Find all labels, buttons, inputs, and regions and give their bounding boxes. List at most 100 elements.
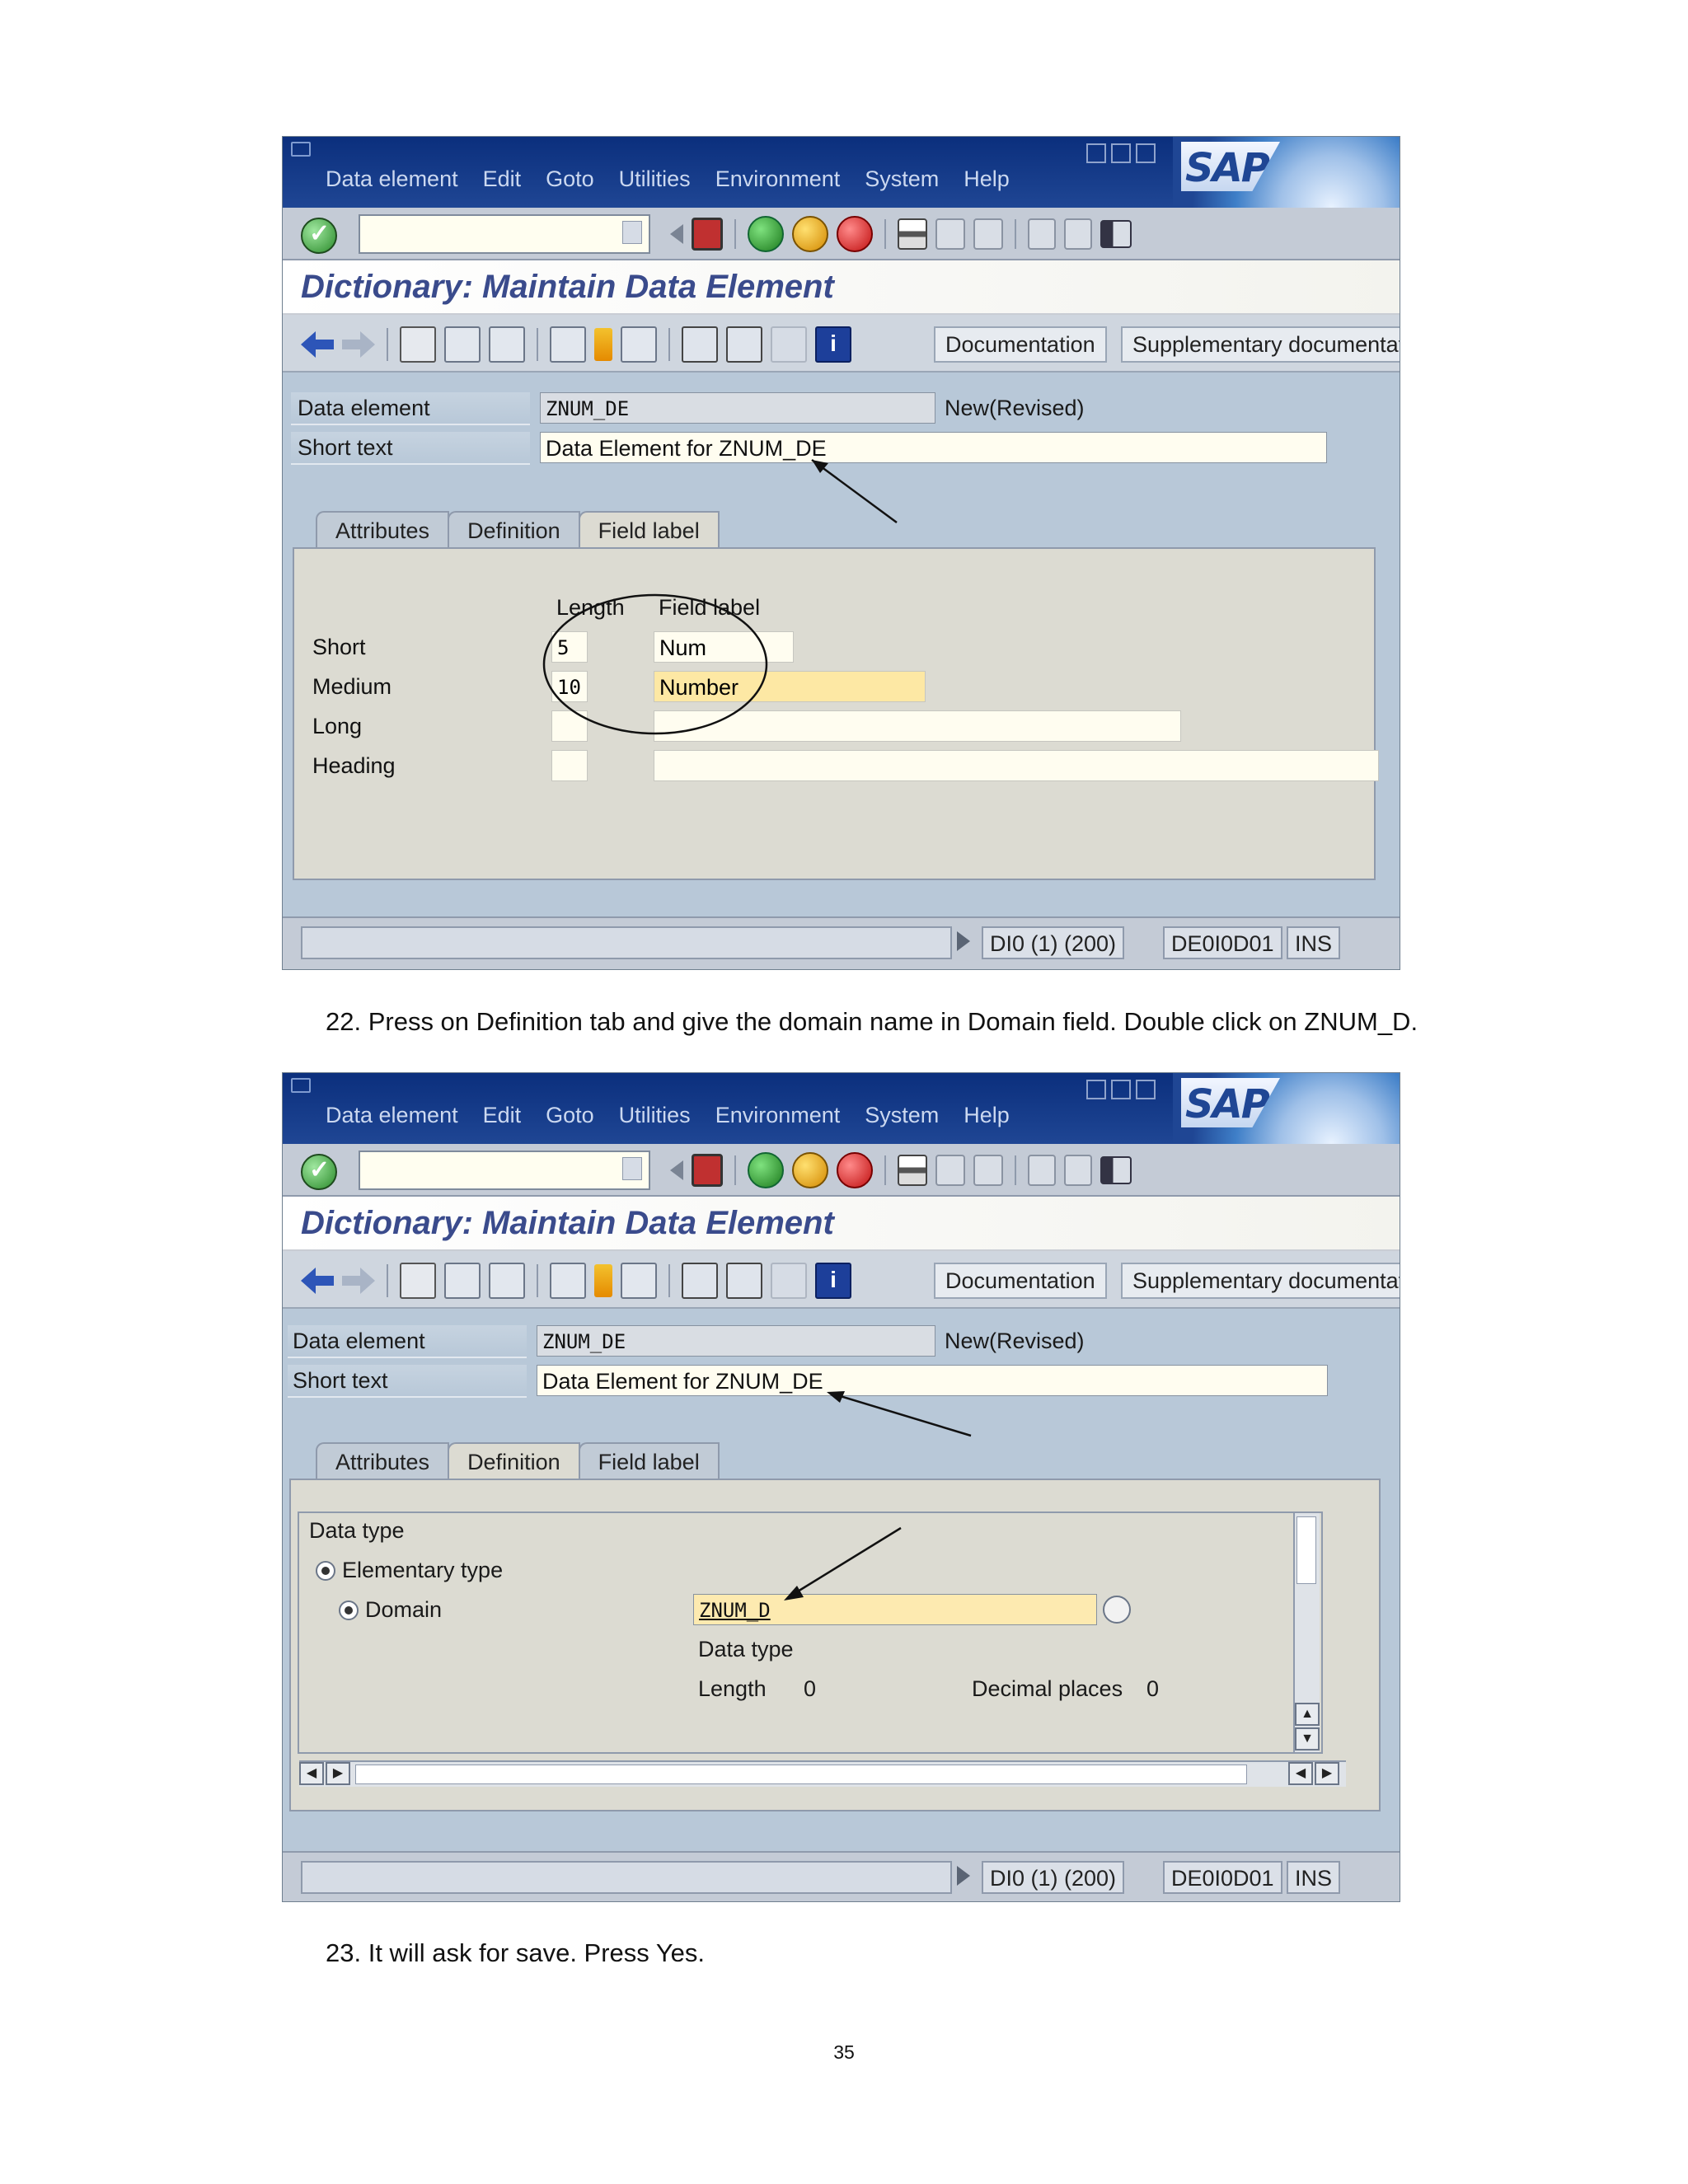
scroll-right-end-icon[interactable]: ▶ — [1315, 1762, 1339, 1785]
command-field[interactable] — [359, 1151, 650, 1190]
navigation-window-icon[interactable] — [621, 326, 657, 363]
collapse-icon[interactable] — [670, 224, 683, 244]
hierarchy-icon[interactable] — [682, 1263, 718, 1299]
cancel-icon[interactable] — [837, 1152, 873, 1188]
scroll-left-icon[interactable]: ◀ — [299, 1762, 324, 1785]
find-icon[interactable] — [935, 1155, 965, 1186]
tab-field-label[interactable]: Field label — [578, 1442, 720, 1480]
documentation-button[interactable]: Documentation — [934, 1263, 1107, 1299]
back-icon[interactable] — [748, 216, 784, 252]
menu-help[interactable]: Help — [964, 166, 1010, 192]
command-history-icon[interactable] — [622, 221, 642, 244]
long-length-field[interactable] — [551, 710, 588, 742]
next-object-icon[interactable] — [342, 1268, 375, 1294]
command-history-icon[interactable] — [622, 1157, 642, 1180]
short-text-field[interactable]: Data Element for ZNUM_DE — [537, 1365, 1328, 1396]
menu-utilities[interactable]: Utilities — [619, 1103, 691, 1128]
tab-attributes[interactable]: Attributes — [316, 511, 450, 549]
close-icon[interactable] — [1136, 143, 1156, 163]
horizontal-scrollbar[interactable]: ◀ ▶ ◀ ▶ — [299, 1760, 1346, 1787]
supplementary-documentation-button[interactable]: Supplementary documentation — [1121, 326, 1400, 363]
print-icon[interactable] — [898, 1155, 927, 1186]
collapse-icon[interactable] — [670, 1160, 683, 1180]
scroll-up-icon[interactable]: ▲ — [1295, 1703, 1320, 1726]
info-icon[interactable] — [815, 1263, 851, 1299]
elementary-type-radio[interactable] — [316, 1561, 335, 1581]
menu-environment[interactable]: Environment — [715, 1103, 841, 1128]
back-icon[interactable] — [748, 1152, 784, 1188]
check-icon[interactable] — [444, 326, 481, 363]
horizontal-scroll-thumb[interactable] — [355, 1765, 1247, 1784]
save-icon[interactable] — [692, 1154, 723, 1187]
domain-field[interactable]: ZNUM_D — [693, 1594, 1097, 1625]
menu-system[interactable]: System — [865, 1103, 939, 1128]
menu-utilities[interactable]: Utilities — [619, 166, 691, 192]
display-change-icon[interactable] — [400, 1263, 436, 1299]
maximize-icon[interactable] — [1111, 1080, 1131, 1099]
domain-radio[interactable] — [339, 1601, 359, 1620]
check-icon[interactable] — [444, 1263, 481, 1299]
supplementary-documentation-button[interactable]: Supplementary documentation — [1121, 1263, 1400, 1299]
minimize-icon[interactable] — [1086, 1080, 1106, 1099]
print-list-icon[interactable] — [726, 326, 762, 363]
tab-definition[interactable]: Definition — [448, 511, 580, 549]
menu-edit[interactable]: Edit — [483, 166, 522, 192]
scroll-left-end-icon[interactable]: ◀ — [1288, 1762, 1313, 1785]
short-text-field[interactable]: Data Element for ZNUM_DE — [540, 432, 1327, 463]
object-list-icon[interactable] — [594, 1264, 612, 1297]
previous-object-icon[interactable] — [301, 1268, 334, 1294]
menu-goto[interactable]: Goto — [546, 1103, 594, 1128]
previous-object-icon[interactable] — [301, 331, 334, 358]
cancel-icon[interactable] — [837, 216, 873, 252]
data-element-field[interactable]: ZNUM_DE — [540, 392, 935, 424]
medium-label-field[interactable]: Number — [654, 671, 926, 702]
command-field[interactable] — [359, 214, 650, 254]
find-next-icon[interactable] — [973, 218, 1003, 250]
display-change-icon[interactable] — [400, 326, 436, 363]
documentation-button[interactable]: Documentation — [934, 326, 1107, 363]
data-element-field[interactable]: ZNUM_DE — [537, 1325, 935, 1357]
navigation-window-icon[interactable] — [621, 1263, 657, 1299]
tab-definition[interactable]: Definition — [448, 1442, 580, 1480]
where-used-icon[interactable] — [550, 326, 586, 363]
enter-icon[interactable] — [301, 218, 337, 254]
hierarchy-icon[interactable] — [682, 326, 718, 363]
info-icon[interactable] — [815, 326, 851, 363]
first-page-icon[interactable] — [1028, 218, 1056, 250]
create-session-icon[interactable] — [1100, 220, 1132, 248]
vertical-scroll-thumb[interactable] — [1296, 1516, 1316, 1584]
heading-label-field[interactable] — [654, 750, 1379, 781]
create-session-icon[interactable] — [1100, 1156, 1132, 1184]
first-page-icon[interactable] — [1028, 1155, 1056, 1186]
menu-environment[interactable]: Environment — [715, 166, 841, 192]
find-next-icon[interactable] — [973, 1155, 1003, 1186]
exit-icon[interactable] — [792, 1152, 828, 1188]
save-icon[interactable] — [692, 218, 723, 251]
scroll-right-icon[interactable]: ▶ — [326, 1762, 350, 1785]
menu-goto[interactable]: Goto — [546, 166, 594, 192]
menu-edit[interactable]: Edit — [483, 1103, 522, 1128]
print-list-icon[interactable] — [726, 1263, 762, 1299]
print-icon[interactable] — [898, 218, 927, 250]
object-list-icon[interactable] — [594, 328, 612, 361]
next-object-icon[interactable] — [342, 331, 375, 358]
vertical-scrollbar[interactable]: ▲ ▼ — [1293, 1513, 1320, 1752]
minimize-icon[interactable] — [1086, 143, 1106, 163]
domain-search-help-icon[interactable] — [1103, 1596, 1131, 1624]
short-length-field[interactable]: 5 — [551, 631, 588, 663]
heading-length-field[interactable] — [551, 750, 588, 781]
menu-help[interactable]: Help — [964, 1103, 1010, 1128]
scroll-down-icon[interactable]: ▼ — [1295, 1727, 1320, 1750]
where-used-icon[interactable] — [550, 1263, 586, 1299]
exit-icon[interactable] — [792, 216, 828, 252]
close-icon[interactable] — [1136, 1080, 1156, 1099]
activate-icon[interactable] — [489, 326, 525, 363]
menu-system[interactable]: System — [865, 166, 939, 192]
activate-icon[interactable] — [489, 1263, 525, 1299]
system-menu-icon[interactable] — [291, 1078, 311, 1093]
tab-attributes[interactable]: Attributes — [316, 1442, 450, 1480]
find-icon[interactable] — [935, 218, 965, 250]
long-label-field[interactable] — [654, 710, 1181, 742]
last-page-icon[interactable] — [1064, 218, 1092, 250]
menu-data-element[interactable]: Data element — [326, 1103, 458, 1128]
